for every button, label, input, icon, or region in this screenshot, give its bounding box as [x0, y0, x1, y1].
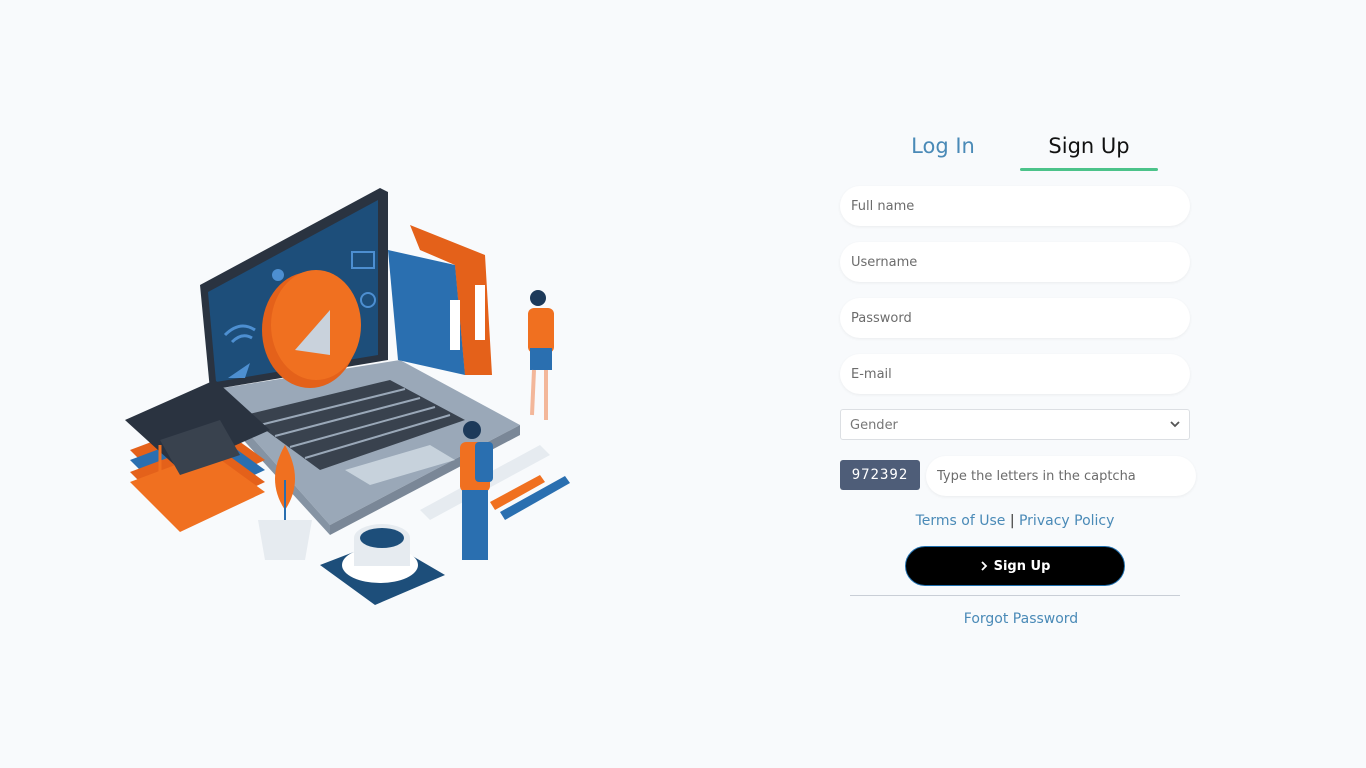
gender-select-value: Gender: [850, 418, 898, 433]
forgot-password-link[interactable]: Forgot Password: [840, 611, 1202, 627]
captcha-image: 972392: [840, 460, 920, 490]
email-input[interactable]: [840, 354, 1190, 394]
active-tab-indicator: [1020, 168, 1158, 171]
auth-panel: Log In Sign Up Gender 972392 Terms of Us…: [840, 130, 1196, 627]
privacy-policy-link[interactable]: Privacy Policy: [1019, 513, 1114, 529]
username-input[interactable]: [840, 242, 1190, 282]
chevron-right-icon: [980, 561, 987, 571]
auth-tabs: Log In Sign Up: [840, 130, 1196, 172]
tab-signup[interactable]: Sign Up: [1020, 134, 1158, 158]
sign-up-button-label: Sign Up: [993, 558, 1051, 574]
form-divider: [850, 595, 1180, 596]
sign-up-button[interactable]: Sign Up: [905, 546, 1125, 586]
elearning-illustration: [125, 188, 570, 605]
gender-select[interactable]: Gender: [840, 409, 1190, 440]
hero-illustration: [120, 180, 580, 610]
tab-login[interactable]: Log In: [898, 134, 988, 158]
chevron-down-icon: [1170, 421, 1180, 428]
legal-separator: |: [1009, 513, 1015, 529]
captcha-input[interactable]: [926, 456, 1196, 496]
legal-links: Terms of Use | Privacy Policy: [840, 513, 1190, 529]
terms-of-use-link[interactable]: Terms of Use: [916, 513, 1006, 529]
password-input[interactable]: [840, 298, 1190, 338]
full-name-input[interactable]: [840, 186, 1190, 226]
